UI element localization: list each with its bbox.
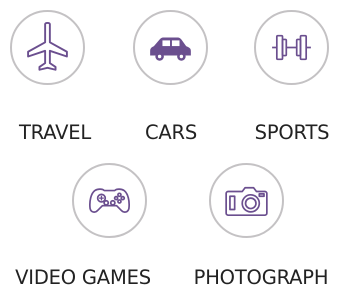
category-cars-button[interactable]	[133, 10, 208, 85]
car-icon	[150, 37, 191, 61]
gamepad-icon	[89, 188, 130, 213]
category-label-travel: TRAVEL	[18, 121, 92, 144]
category-travel-button[interactable]	[10, 10, 85, 85]
category-label-cars: CARS	[144, 121, 198, 144]
category-video-games-button[interactable]	[72, 163, 147, 238]
camera-icon	[225, 186, 268, 217]
dumbbell-icon	[272, 34, 311, 61]
category-label-photograph: PHOTOGRAPH	[193, 266, 329, 289]
category-sports-button[interactable]	[254, 10, 329, 85]
airplane-icon	[27, 21, 68, 71]
category-label-video-games: VIDEO GAMES	[15, 266, 151, 289]
category-label-sports: SPORTS	[254, 121, 330, 144]
category-photograph-button[interactable]	[209, 163, 284, 238]
